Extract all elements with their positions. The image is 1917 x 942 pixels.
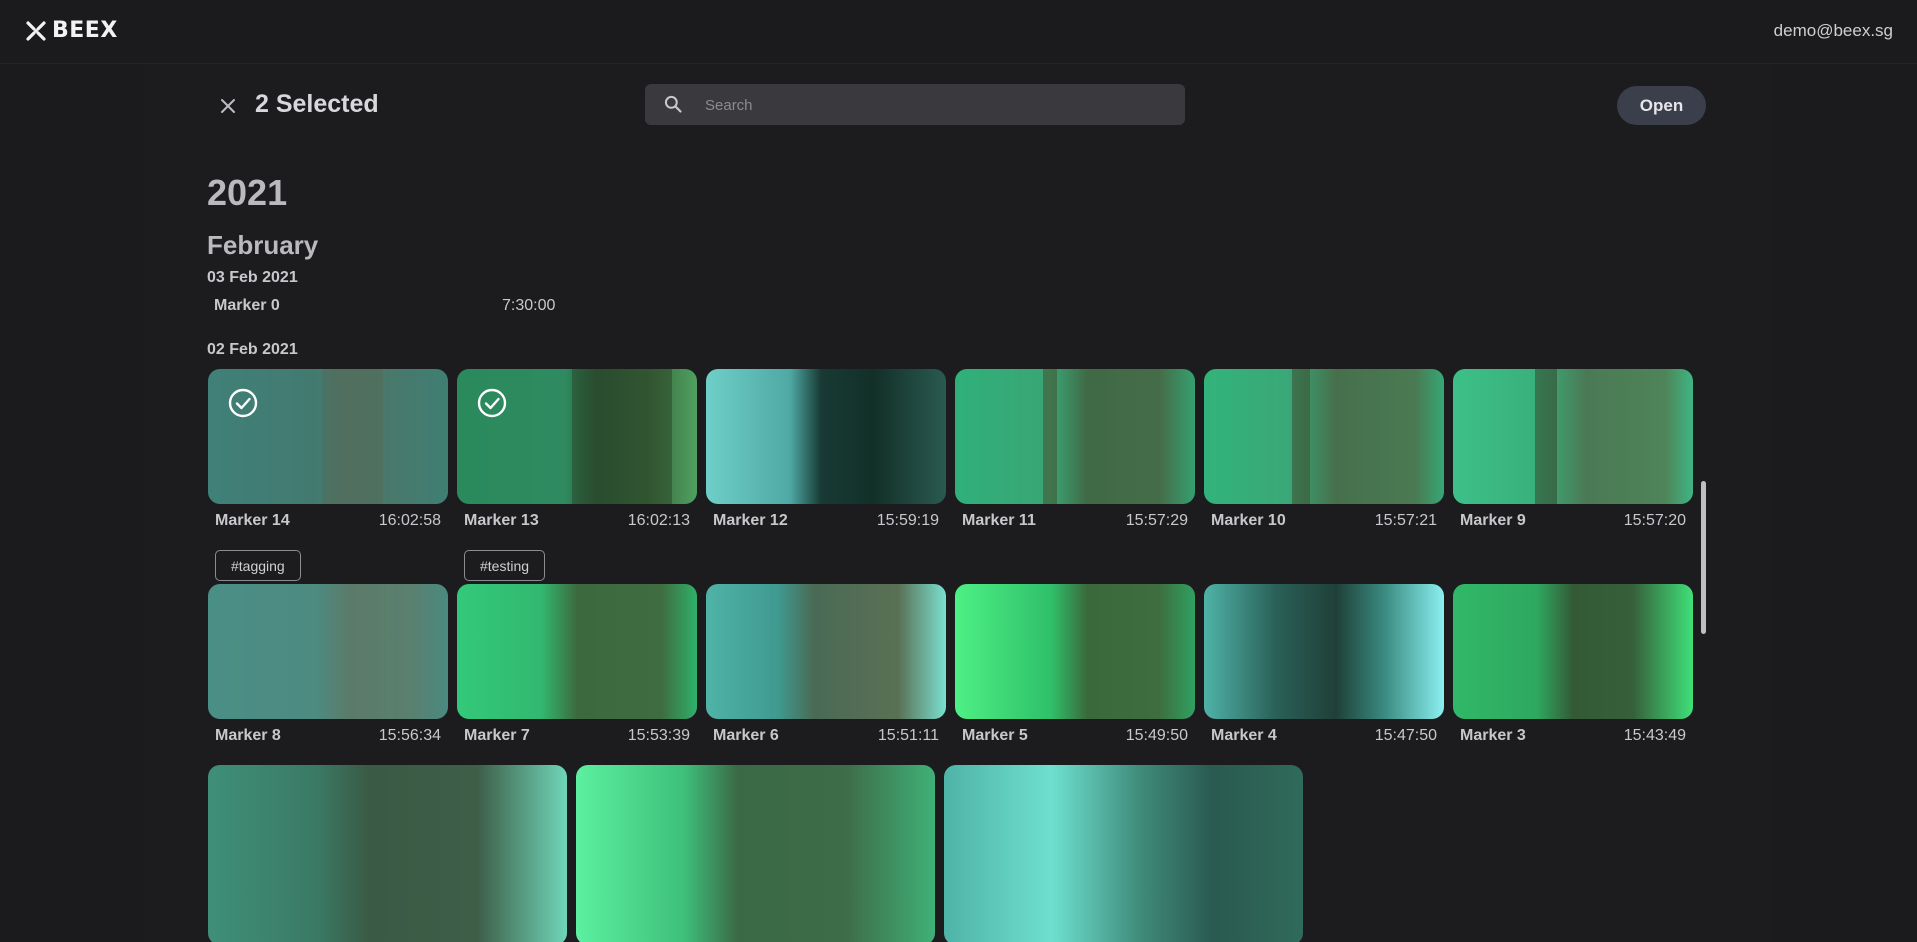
marker-time: 15:59:19 (876, 512, 939, 529)
marker-name: Marker 7 (464, 727, 530, 744)
marker-card[interactable]: Marker 10 15:57:21 (1204, 369, 1444, 536)
open-button[interactable]: Open (1617, 86, 1706, 125)
marker-name: Marker 14 (215, 512, 290, 529)
selected-check-icon[interactable] (228, 388, 258, 418)
marker-time: 15:57:29 (1125, 512, 1188, 529)
marker-time: 15:56:34 (378, 727, 441, 744)
marker-name: Marker 5 (962, 727, 1028, 744)
marker-time: 16:02:58 (378, 512, 441, 529)
marker-card[interactable]: Marker 9 15:57:20 (1453, 369, 1693, 536)
marker-thumbnail[interactable] (208, 765, 567, 942)
marker-thumbnail[interactable] (944, 765, 1303, 942)
marker-name: Marker 11 (962, 512, 1036, 529)
marker-name: Marker 13 (464, 512, 539, 529)
marker-name: Marker 4 (1211, 727, 1277, 744)
marker-thumbnail[interactable] (1453, 369, 1693, 504)
marker-thumbnail[interactable] (955, 584, 1195, 719)
marker-card[interactable]: Marker 13 16:02:13 #testing (457, 369, 697, 581)
marker-thumbnail[interactable] (1204, 369, 1444, 504)
marker-thumbnail[interactable] (457, 369, 697, 504)
year-heading: 2021 (207, 172, 288, 213)
marker-thumbnail[interactable] (576, 765, 935, 942)
marker-card[interactable]: Marker 7 15:53:39 (457, 584, 697, 751)
marker-time: 15:47:50 (1374, 727, 1437, 744)
marker-thumbnail[interactable] (955, 369, 1195, 504)
marker-thumbnail[interactable] (706, 369, 946, 504)
marker-time: 15:49:50 (1125, 727, 1188, 744)
marker-time: 16:02:13 (627, 512, 690, 529)
marker-thumbnail[interactable] (208, 369, 448, 504)
marker-time: 7:30:00 (502, 297, 556, 314)
marker-name: Marker 10 (1211, 512, 1286, 529)
beex-logo-icon (26, 20, 46, 41)
marker-thumbnail[interactable] (706, 584, 946, 719)
scrollbar-thumb[interactable] (1701, 481, 1706, 634)
marker-name: Marker 8 (215, 727, 281, 744)
search-icon (664, 95, 682, 113)
marker-card[interactable]: Marker 3 15:43:49 (1453, 584, 1693, 751)
marker-card[interactable]: Marker 4 15:47:50 (1204, 584, 1444, 751)
brand-name: BEEX (52, 18, 118, 43)
selected-count: 2 Selected (255, 90, 379, 118)
marker-list-row[interactable]: Marker 0 7:30:00 (214, 297, 574, 321)
top-bar: BEEX demo@beex.sg (0, 0, 1917, 64)
marker-time: 15:57:20 (1623, 512, 1686, 529)
media-panel: 2 Selected Open 2021 February 03 Feb 202… (144, 64, 1772, 942)
close-selection-button[interactable] (216, 94, 240, 118)
marker-card[interactable]: Marker 6 15:51:11 (706, 584, 946, 751)
marker-card[interactable]: Marker 14 16:02:58 #tagging (208, 369, 448, 581)
day-heading: 02 Feb 2021 (207, 341, 298, 358)
marker-thumbnail[interactable] (457, 584, 697, 719)
marker-card[interactable]: Marker 12 15:59:19 (706, 369, 946, 536)
marker-name: Marker 9 (1460, 512, 1526, 529)
tag-chip[interactable]: #testing (464, 550, 546, 581)
marker-thumbnail[interactable] (1204, 584, 1444, 719)
brand-logo[interactable]: BEEX (26, 18, 118, 43)
marker-time: 15:43:49 (1623, 727, 1686, 744)
marker-name: Marker 6 (713, 727, 779, 744)
marker-name: Marker 12 (713, 512, 788, 529)
selected-check-icon[interactable] (477, 388, 507, 418)
marker-thumbnail[interactable] (208, 584, 448, 719)
marker-time: 15:51:11 (877, 727, 939, 744)
user-email[interactable]: demo@beex.sg (1774, 21, 1893, 41)
month-heading: February (207, 230, 319, 260)
search-input[interactable] (703, 84, 1167, 127)
close-icon (221, 99, 235, 113)
search-box[interactable] (645, 84, 1185, 127)
marker-card[interactable]: Marker 8 15:56:34 (208, 584, 448, 751)
marker-time: 15:53:39 (627, 727, 690, 744)
tag-chip[interactable]: #tagging (215, 550, 301, 581)
marker-card[interactable]: Marker 5 15:49:50 (955, 584, 1195, 751)
marker-card[interactable]: Marker 11 15:57:29 (955, 369, 1195, 536)
marker-name: Marker 3 (1460, 727, 1526, 744)
day-heading: 03 Feb 2021 (207, 269, 298, 286)
marker-name: Marker 0 (214, 297, 280, 314)
marker-thumbnail[interactable] (1453, 584, 1693, 719)
marker-time: 15:57:21 (1374, 512, 1437, 529)
